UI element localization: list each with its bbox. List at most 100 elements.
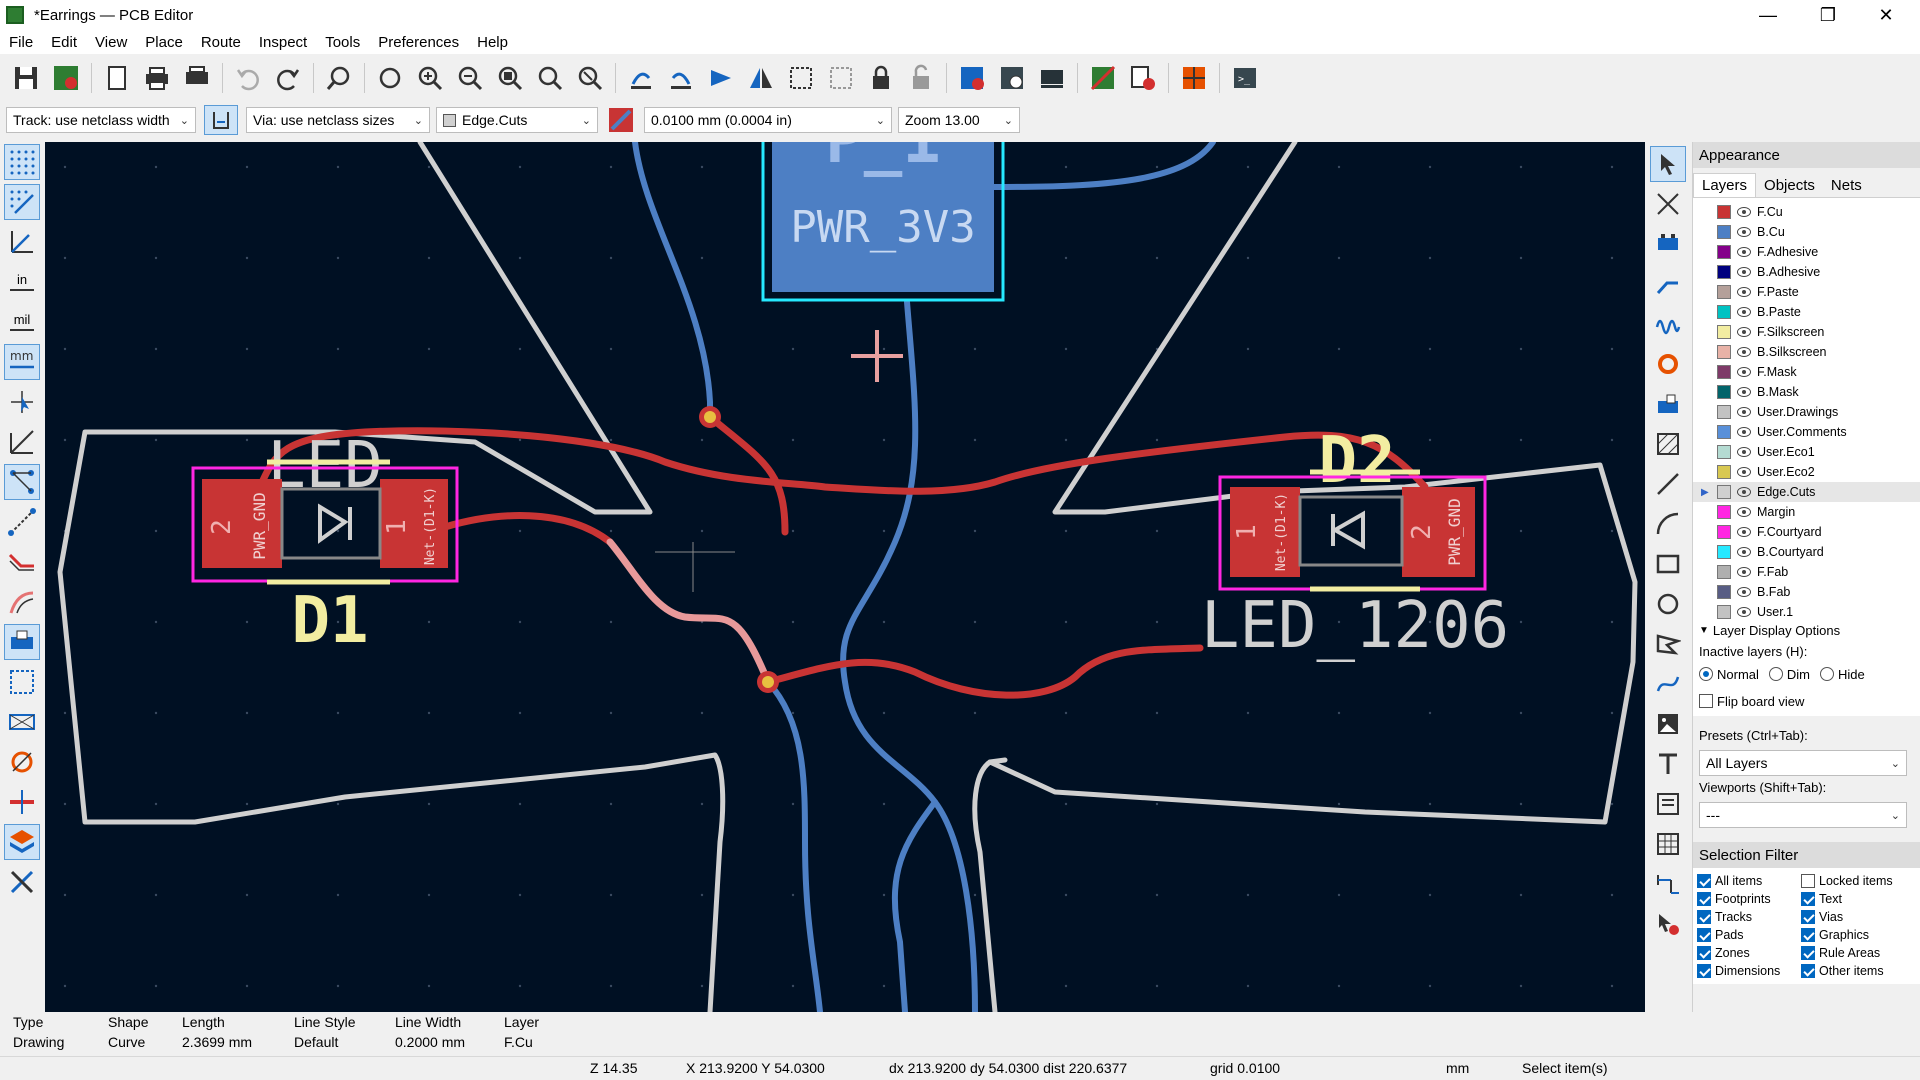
draw-bezier-icon[interactable] bbox=[1650, 666, 1686, 702]
zoom-objects-icon[interactable] bbox=[532, 60, 568, 96]
route-track-icon[interactable] bbox=[1650, 266, 1686, 302]
layer-color-swatch[interactable] bbox=[1717, 445, 1731, 459]
menu-inspect[interactable]: Inspect bbox=[250, 34, 316, 51]
tab-objects[interactable]: Objects bbox=[1756, 173, 1823, 197]
layer-color-swatch[interactable] bbox=[1717, 465, 1731, 479]
layer-pair-icon[interactable] bbox=[606, 105, 636, 135]
units-mm-icon[interactable]: mm bbox=[4, 344, 40, 380]
layer-select[interactable]: Edge.Cuts ⌄ bbox=[436, 107, 598, 133]
layer-color-swatch[interactable] bbox=[1717, 325, 1731, 339]
visibility-eye-icon[interactable] bbox=[1737, 547, 1751, 557]
tools-icon[interactable] bbox=[4, 864, 40, 900]
visibility-eye-icon[interactable] bbox=[1737, 347, 1751, 357]
footprint-d2[interactable]: D2 1 2 Net-(D1-K) PWR_GND LED_1206 bbox=[1201, 424, 1509, 663]
maximize-button[interactable]: ❐ bbox=[1800, 0, 1856, 30]
find-icon[interactable] bbox=[321, 60, 357, 96]
local-ratsnest-icon[interactable] bbox=[1650, 186, 1686, 222]
menu-tools[interactable]: Tools bbox=[316, 34, 369, 51]
visibility-eye-icon[interactable] bbox=[1737, 427, 1751, 437]
footprint-d1[interactable]: LED 2 1 PWR_GND Net-(D1-K) D1 bbox=[191, 429, 459, 658]
mirror-icon[interactable] bbox=[743, 60, 779, 96]
layer-row[interactable]: F.Fab bbox=[1693, 562, 1920, 582]
layer-row[interactable]: F.Courtyard bbox=[1693, 522, 1920, 542]
visibility-eye-icon[interactable] bbox=[1737, 247, 1751, 257]
layer-row[interactable]: User.Eco2 bbox=[1693, 462, 1920, 482]
layer-display-options-toggle[interactable]: ▼ Layer Display Options bbox=[1699, 620, 1914, 640]
zoom-select[interactable]: Zoom 13.00 ⌄ bbox=[898, 107, 1020, 133]
layer-row[interactable]: User.Eco1 bbox=[1693, 442, 1920, 462]
track-width-select[interactable]: Track: use netclass width ⌄ bbox=[6, 107, 196, 133]
layer-color-swatch[interactable] bbox=[1717, 545, 1731, 559]
layer-row[interactable]: B.Cu bbox=[1693, 222, 1920, 242]
layer-color-swatch[interactable] bbox=[1717, 225, 1731, 239]
visibility-eye-icon[interactable] bbox=[1737, 307, 1751, 317]
viewports-select[interactable]: --- ⌄ bbox=[1699, 802, 1907, 828]
layer-color-swatch[interactable] bbox=[1717, 605, 1731, 619]
schematic-icon[interactable] bbox=[1176, 60, 1212, 96]
add-rule-area-icon[interactable] bbox=[1650, 426, 1686, 462]
zoom-selection-icon[interactable] bbox=[572, 60, 608, 96]
layer-row[interactable]: F.Cu bbox=[1693, 202, 1920, 222]
layer-row[interactable]: B.Courtyard bbox=[1693, 542, 1920, 562]
ratsnest-lines-icon[interactable] bbox=[4, 504, 40, 540]
layer-row[interactable]: ▶ Edge.Cuts bbox=[1693, 482, 1920, 502]
selection-filter-item[interactable]: Text bbox=[1801, 892, 1905, 906]
layer-color-swatch[interactable] bbox=[1717, 525, 1731, 539]
select-tool-icon[interactable] bbox=[1650, 146, 1686, 182]
layer-row[interactable]: B.Paste bbox=[1693, 302, 1920, 322]
python-console-icon[interactable]: >_ bbox=[1227, 60, 1263, 96]
selection-filter-item[interactable]: Vias bbox=[1801, 910, 1905, 924]
menu-view[interactable]: View bbox=[86, 34, 136, 51]
cursor-style-icon[interactable] bbox=[4, 384, 40, 420]
layer-color-swatch[interactable] bbox=[1717, 385, 1731, 399]
layer-color-swatch[interactable] bbox=[1717, 305, 1731, 319]
visibility-eye-icon[interactable] bbox=[1737, 567, 1751, 577]
layer-color-swatch[interactable] bbox=[1717, 265, 1731, 279]
inactive-normal-radio[interactable]: Normal bbox=[1699, 667, 1759, 682]
draw-polygon-icon[interactable] bbox=[1650, 626, 1686, 662]
layer-row[interactable]: B.Silkscreen bbox=[1693, 342, 1920, 362]
menu-edit[interactable]: Edit bbox=[42, 34, 86, 51]
layer-color-swatch[interactable] bbox=[1717, 405, 1731, 419]
selection-filter-item[interactable]: Dimensions bbox=[1697, 964, 1801, 978]
track-display-icon[interactable] bbox=[4, 784, 40, 820]
visibility-eye-icon[interactable] bbox=[1737, 467, 1751, 477]
grid-dots-icon[interactable] bbox=[4, 144, 40, 180]
tune-length-icon[interactable] bbox=[1650, 306, 1686, 342]
draw-line-icon[interactable] bbox=[1650, 466, 1686, 502]
visibility-eye-icon[interactable] bbox=[1737, 207, 1751, 217]
add-zone-icon[interactable] bbox=[1650, 386, 1686, 422]
layer-row[interactable]: Margin bbox=[1693, 502, 1920, 522]
visibility-eye-icon[interactable] bbox=[1737, 507, 1751, 517]
flip-icon[interactable] bbox=[703, 60, 739, 96]
layer-row[interactable]: F.Mask bbox=[1693, 362, 1920, 382]
board-setup-icon[interactable] bbox=[48, 60, 84, 96]
footprint-editor-icon[interactable] bbox=[1034, 60, 1070, 96]
add-textbox-icon[interactable] bbox=[1650, 786, 1686, 822]
undo-icon[interactable] bbox=[230, 60, 266, 96]
layer-row[interactable]: F.Paste bbox=[1693, 282, 1920, 302]
add-footprint-icon[interactable] bbox=[1650, 226, 1686, 262]
zoom-out-icon[interactable] bbox=[452, 60, 488, 96]
draw-circle-icon[interactable] bbox=[1650, 586, 1686, 622]
delete-tool-icon[interactable] bbox=[1650, 906, 1686, 942]
add-image-icon[interactable] bbox=[1650, 706, 1686, 742]
scripting-icon[interactable] bbox=[1085, 60, 1121, 96]
layer-color-swatch[interactable] bbox=[1717, 485, 1731, 499]
units-inches-button[interactable]: in bbox=[4, 264, 40, 300]
grid-overrides-icon[interactable] bbox=[4, 184, 40, 220]
layer-row[interactable]: F.Adhesive bbox=[1693, 242, 1920, 262]
zone-outline-icon[interactable] bbox=[4, 664, 40, 700]
layer-row[interactable]: F.Silkscreen bbox=[1693, 322, 1920, 342]
inactive-dim-radio[interactable]: Dim bbox=[1768, 667, 1810, 682]
auto-width-icon[interactable] bbox=[204, 105, 238, 135]
layer-color-swatch[interactable] bbox=[1717, 425, 1731, 439]
selection-filter-item[interactable]: Tracks bbox=[1697, 910, 1801, 924]
presets-select[interactable]: All Layers ⌄ bbox=[1699, 750, 1907, 776]
layer-color-swatch[interactable] bbox=[1717, 565, 1731, 579]
units-mils-button[interactable]: mil bbox=[4, 304, 40, 340]
footprint-p1[interactable]: P_1 PWR_3V3 bbox=[761, 142, 1005, 302]
plot-icon[interactable] bbox=[179, 60, 215, 96]
layer-color-swatch[interactable] bbox=[1717, 245, 1731, 259]
pad-display-icon[interactable] bbox=[4, 704, 40, 740]
